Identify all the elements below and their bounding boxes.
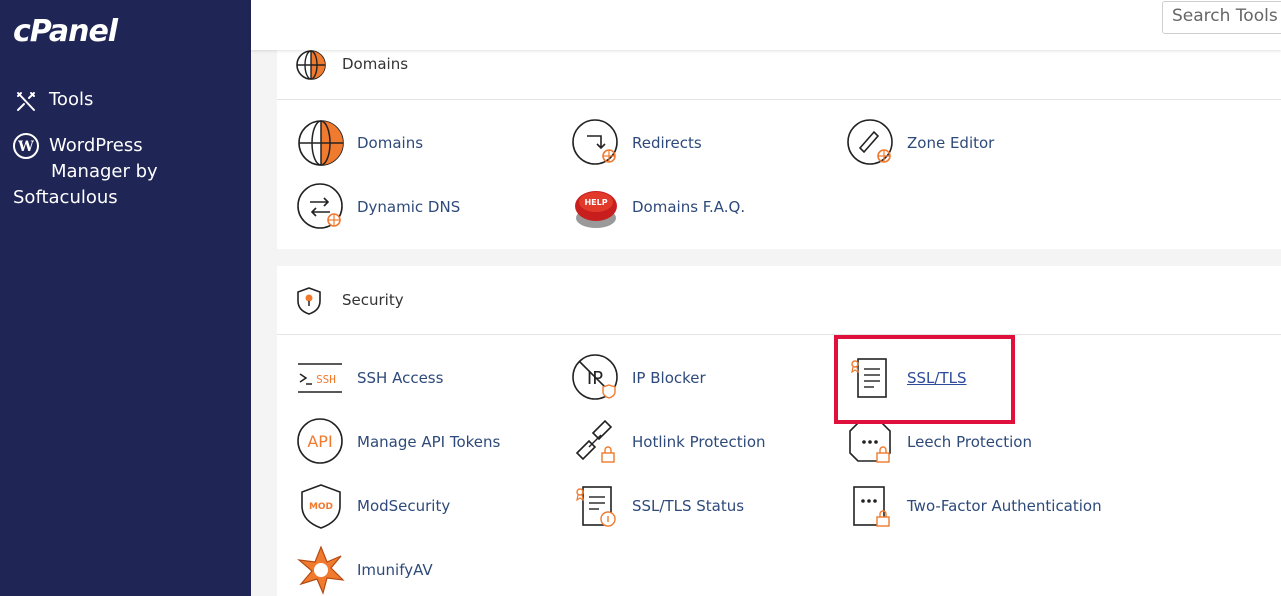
sidebar-item-label: Tools <box>49 89 94 110</box>
tool-label: Zone Editor <box>907 134 995 152</box>
modsecurity-icon: MOD <box>301 484 341 529</box>
zone-editor-icon <box>847 119 893 165</box>
globe-icon <box>296 50 326 80</box>
search-input[interactable]: Search Tools ( <box>1162 1 1281 34</box>
tools-icon <box>17 92 35 111</box>
tool-label: Redirects <box>632 134 702 152</box>
panel-title: Domains <box>342 55 409 73</box>
tool-ssl-tls-status[interactable]: SSL/TLS Status <box>571 480 744 532</box>
globe-icon <box>298 120 344 166</box>
tool-label: Domains F.A.Q. <box>632 198 746 216</box>
tool-label: SSL/TLS Status <box>632 497 745 515</box>
tool-ssh-access[interactable]: SSH SSH Access <box>296 352 443 404</box>
tool-label: Dynamic DNS <box>357 198 461 216</box>
tool-label: SSH Access <box>357 369 444 387</box>
hotlink-icon <box>575 419 615 463</box>
svg-text:HELP: HELP <box>584 198 607 207</box>
tool-label: Domains <box>357 134 424 152</box>
sidebar-item-label-line3: Softaculous <box>13 187 118 208</box>
tool-imunifyav[interactable]: ImunifyAV <box>296 544 433 596</box>
api-icon: API <box>297 418 343 464</box>
svg-text:MOD: MOD <box>309 502 333 512</box>
sidebar-item-tools[interactable]: Tools <box>13 89 93 115</box>
panel-title: Security <box>342 291 404 309</box>
tool-label: Two-Factor Authentication <box>907 497 1102 515</box>
tool-zone-editor[interactable]: Zone Editor <box>846 117 994 169</box>
tool-label: ModSecurity <box>357 497 451 515</box>
help-button-icon: HELP <box>575 191 617 228</box>
ssh-icon: SSH <box>298 363 342 393</box>
tool-label: Hotlink Protection <box>632 433 766 451</box>
wordpress-icon: W <box>13 133 39 159</box>
tool-two-factor-authentication[interactable]: Two-Factor Authentication <box>846 480 1102 532</box>
two-factor-icon <box>853 486 890 527</box>
ssl-tls-highlight-box <box>834 335 1015 424</box>
tool-label: ImunifyAV <box>357 561 433 579</box>
dynamic-dns-icon <box>297 183 343 229</box>
tool-hotlink-protection[interactable]: Hotlink Protection <box>571 416 766 468</box>
tool-ip-blocker[interactable]: IP IP Blocker <box>571 352 706 404</box>
sidebar-item-label-line2: Manager by <box>51 161 158 182</box>
tool-label: Leech Protection <box>907 433 1032 451</box>
sidebar-item-wordpress-manager[interactable]: W WordPress Manager by Softaculous <box>13 133 243 211</box>
tool-label: IP Blocker <box>632 369 706 387</box>
svg-text:W: W <box>17 139 34 155</box>
svg-text:IP: IP <box>587 368 603 389</box>
redirect-icon <box>572 119 618 165</box>
tool-manage-api-tokens[interactable]: API Manage API Tokens <box>296 416 500 468</box>
tool-label: Manage API Tokens <box>357 433 501 451</box>
leech-icon <box>849 422 891 463</box>
tool-modsecurity[interactable]: MOD ModSecurity <box>296 480 450 532</box>
tool-domains[interactable]: Domains <box>296 117 423 169</box>
ip-blocker-icon: IP <box>572 354 618 400</box>
cpanel-logo[interactable]: cPanel <box>13 14 118 49</box>
ssl-status-icon <box>576 486 616 527</box>
svg-text:SSH: SSH <box>316 373 336 386</box>
tool-dynamic-dns[interactable]: Dynamic DNS <box>296 181 460 233</box>
tool-domains-faq[interactable]: HELP Domains F.A.Q. <box>571 181 745 233</box>
top-header: Search Tools ( <box>251 0 1281 50</box>
imunify-icon <box>297 545 345 595</box>
svg-text:API: API <box>307 432 332 451</box>
sidebar: cPanel Tools W WordPress Manager by Soft… <box>0 0 251 596</box>
tool-redirects[interactable]: Redirects <box>571 117 702 169</box>
shield-icon <box>297 287 321 315</box>
sidebar-item-label-line1: WordPress <box>49 135 143 156</box>
security-panel-header[interactable]: Security <box>277 266 1281 335</box>
